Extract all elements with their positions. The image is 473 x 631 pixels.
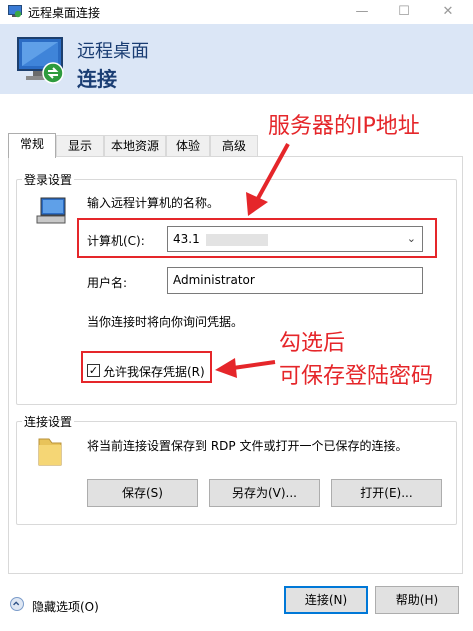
connection-settings-label: 连接设置 <box>22 413 75 430</box>
help-button[interactable]: 帮助(H) <box>375 586 459 614</box>
annotation-arrow-save <box>215 358 276 378</box>
connection-description: 将当前连接设置保存到 RDP 文件或打开一个已保存的连接。 <box>87 439 408 453</box>
highlight-computer-field <box>77 218 437 258</box>
login-settings-label: 登录设置 <box>22 171 75 188</box>
folder-icon <box>38 438 62 466</box>
tab-general[interactable]: 常规 <box>8 133 56 158</box>
annotation-save-hint-2: 可保存登陆密码 <box>279 364 434 389</box>
tab-local-resources[interactable]: 本地资源 <box>104 135 166 157</box>
credentials-note: 当你连接时将向你询问凭据。 <box>87 315 244 329</box>
username-label: 用户名: <box>87 276 128 290</box>
annotation-server-ip: 服务器的IP地址 <box>268 114 420 139</box>
minimize-button[interactable]: — <box>344 2 380 22</box>
computer-prompt: 输入远程计算机的名称。 <box>87 196 220 210</box>
annotation-arrow-ip <box>246 143 290 216</box>
maximize-button[interactable]: ☐ <box>386 2 422 22</box>
annotation-save-hint-1: 勾选后 <box>279 331 346 356</box>
title-bar: 远程桌面连接 — ☐ ✕ <box>0 0 473 24</box>
rdp-app-icon <box>8 5 22 18</box>
header-title-line2: 连接 <box>77 67 117 91</box>
username-value: Administrator <box>173 273 255 287</box>
hide-options-link[interactable]: 隐藏选项(O) <box>32 598 99 615</box>
tab-experience[interactable]: 体验 <box>166 135 210 157</box>
close-button[interactable]: ✕ <box>430 2 466 22</box>
save-as-button[interactable]: 另存为(V)... <box>209 479 320 507</box>
save-button[interactable]: 保存(S) <box>87 479 198 507</box>
open-button[interactable]: 打开(E)... <box>331 479 442 507</box>
connect-button[interactable]: 连接(N) <box>284 586 368 614</box>
header-banner: 远程桌面 连接 <box>0 24 473 94</box>
highlight-save-credentials <box>81 351 212 383</box>
tab-display[interactable]: 显示 <box>56 135 104 157</box>
header-title-line1: 远程桌面 <box>77 41 149 62</box>
username-field[interactable]: Administrator <box>167 267 423 294</box>
rdp-monitor-icon <box>17 37 64 84</box>
computer-icon <box>36 197 66 224</box>
chevron-up-icon[interactable] <box>10 597 24 611</box>
window-title: 远程桌面连接 <box>28 6 101 20</box>
